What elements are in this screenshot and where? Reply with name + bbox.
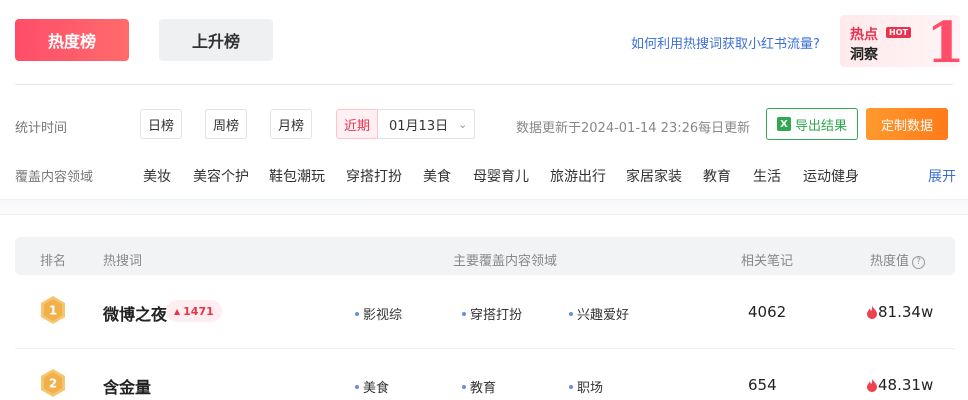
period-day-button[interactable]: 日榜	[140, 109, 182, 139]
insight-line1: 热点	[850, 27, 878, 43]
category-item[interactable]: 家居家装	[626, 166, 682, 186]
triangle-up-icon: ▲	[174, 306, 181, 316]
section-divider	[0, 199, 968, 215]
divider	[15, 84, 953, 85]
category-item[interactable]: 母婴育儿	[473, 166, 529, 186]
domain-tag: 兴趣爱好	[569, 304, 629, 323]
category-item[interactable]: 美妆	[143, 166, 171, 186]
medal-icon: 1	[41, 296, 65, 324]
heat-number: 48.31w	[878, 376, 934, 394]
row-divider	[15, 348, 955, 349]
export-label: 导出结果	[794, 118, 847, 134]
update-info: 数据更新于2024-01-14 23:26每日更新	[516, 121, 751, 136]
heat-value: 81.34w	[866, 303, 933, 321]
category-item[interactable]: 美容个护	[193, 166, 249, 186]
heat-number: 81.34w	[878, 303, 934, 321]
header-heat[interactable]: 热度值?	[870, 250, 926, 269]
rise-value: 1471	[183, 304, 214, 318]
rise-badge: ▲ 1471	[166, 300, 222, 322]
expand-button[interactable]: 展开	[928, 166, 956, 186]
time-label: 统计时间	[15, 121, 68, 136]
header-notes: 相关笔记	[741, 254, 794, 269]
keyword-link[interactable]: 含金量	[103, 374, 151, 398]
category-item[interactable]: 教育	[703, 166, 731, 186]
help-link[interactable]: 如何利用热搜词获取小红书流量?	[631, 33, 820, 52]
tab-hot-list[interactable]: 热度榜	[15, 19, 129, 61]
header-rank: 排名	[40, 254, 67, 269]
category-item[interactable]: 生活	[753, 166, 781, 186]
help-icon[interactable]: ?	[912, 256, 926, 269]
medal-rank: 2	[49, 377, 57, 391]
custom-data-button[interactable]: 定制数据	[866, 108, 948, 140]
hot-insight-banner[interactable]: 热点 HOT 洞察 1	[840, 15, 960, 67]
flame-icon	[867, 378, 877, 392]
insight-line2: 洞察	[850, 47, 878, 63]
domain-tag: 影视综	[355, 304, 402, 323]
category-item[interactable]: 美食	[423, 166, 451, 186]
tab-rising-list[interactable]: 上升榜	[159, 19, 273, 61]
heat-value: 48.31w	[866, 376, 933, 394]
medal-rank: 1	[49, 304, 57, 318]
keyword-link[interactable]: 微博之夜	[103, 301, 167, 325]
notes-count: 654	[748, 376, 777, 394]
date-select[interactable]: 01月13日 ⌄	[377, 109, 475, 139]
header-heat-label: 热度值	[870, 254, 910, 269]
hot-badge: HOT	[886, 27, 911, 38]
domain-tag: 职场	[569, 377, 603, 396]
domain-label: 覆盖内容领域	[15, 170, 94, 185]
domain-tag: 穿搭打扮	[462, 304, 522, 323]
date-value: 01月13日	[389, 118, 449, 134]
period-month-button[interactable]: 月榜	[270, 109, 312, 139]
header-domains: 主要覆盖内容领域	[453, 254, 558, 269]
medal-icon: 2	[41, 369, 65, 397]
category-item[interactable]: 穿搭打扮	[346, 166, 402, 186]
chevron-down-icon: ⌄	[458, 117, 468, 131]
flame-icon	[867, 305, 877, 319]
excel-icon: X	[776, 117, 791, 131]
period-week-button[interactable]: 周榜	[205, 109, 247, 139]
header-keyword: 热搜词	[103, 254, 143, 269]
domain-tag: 教育	[462, 377, 496, 396]
period-recent-button[interactable]: 近期	[336, 109, 378, 139]
export-button[interactable]: X 导出结果	[766, 108, 858, 140]
category-item[interactable]: 鞋包潮玩	[269, 166, 325, 186]
category-item[interactable]: 旅游出行	[550, 166, 606, 186]
notes-count: 4062	[748, 303, 787, 321]
insight-numeral: 1	[926, 15, 960, 67]
domain-tag: 美食	[355, 377, 389, 396]
category-item[interactable]: 运动健身	[803, 166, 859, 186]
